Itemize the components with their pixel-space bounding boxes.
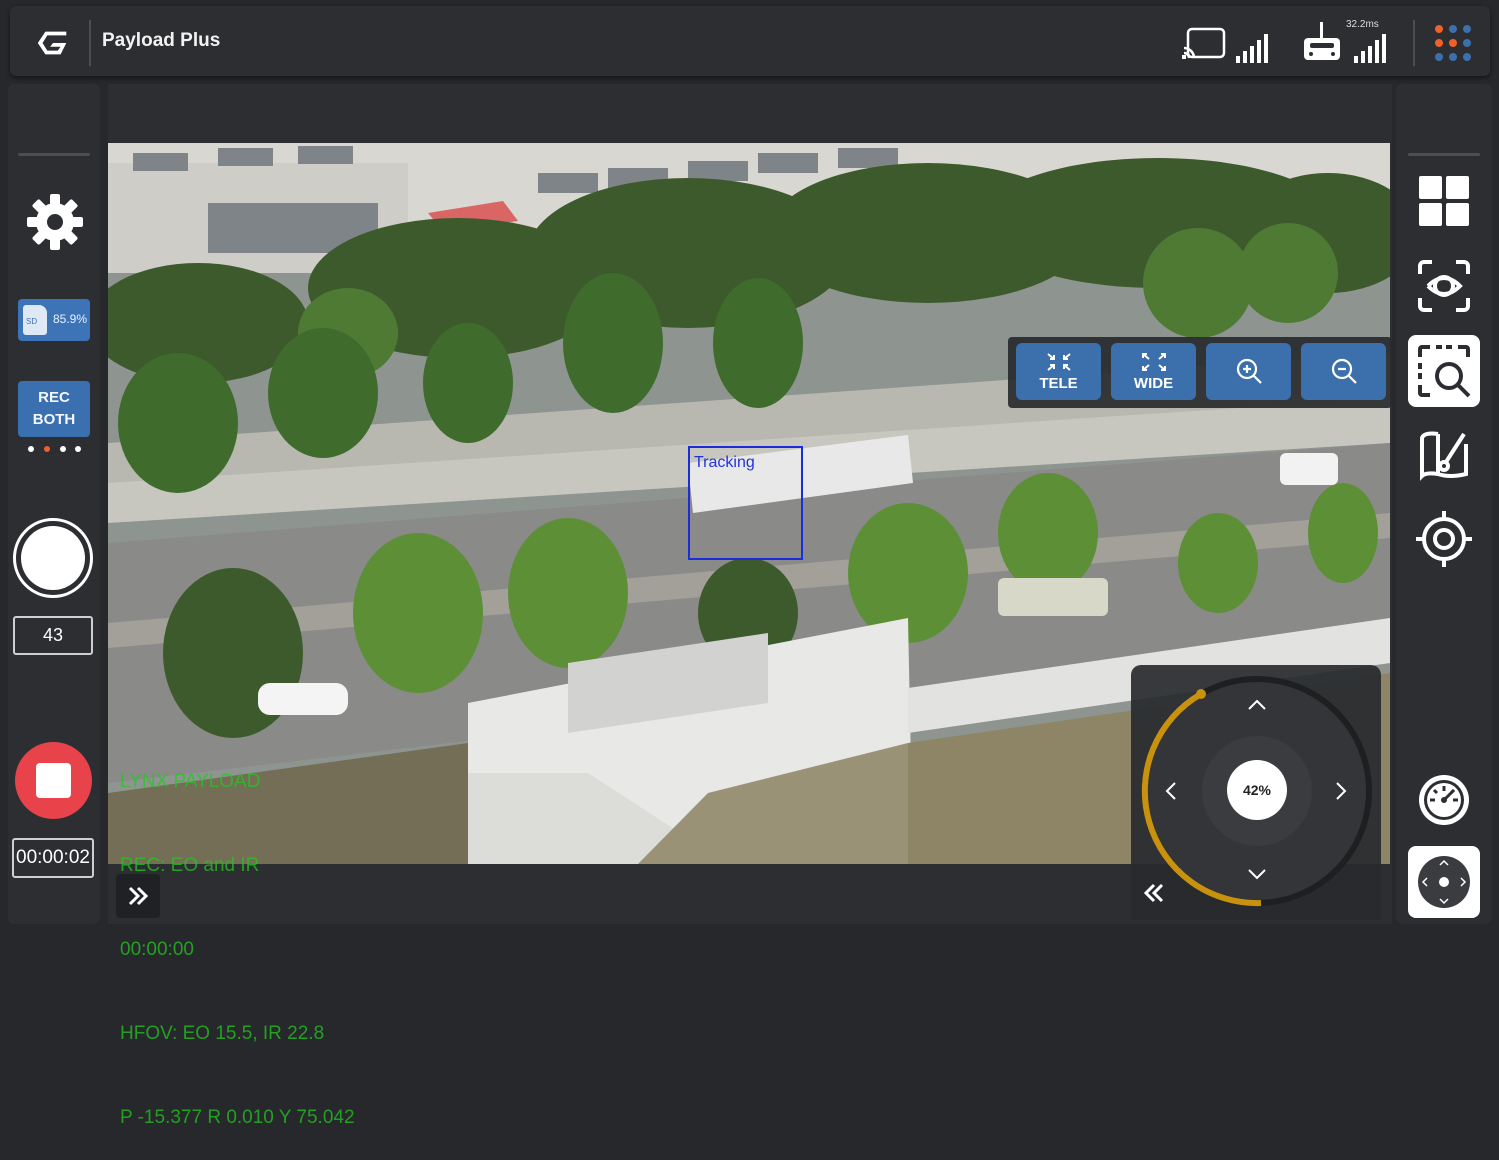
gear-icon[interactable] <box>26 193 84 251</box>
wide-button[interactable]: WIDE <box>1111 343 1196 400</box>
latency-value: 32.2ms <box>1346 19 1379 30</box>
mode-page-indicator <box>28 446 88 454</box>
cast-icon[interactable] <box>1182 26 1228 62</box>
sd-card-icon: SD <box>23 305 47 335</box>
zoom-out-icon <box>1331 358 1357 384</box>
tele-label: TELE <box>1039 375 1078 392</box>
osd-line: LYNX PAYLOAD <box>120 771 261 792</box>
zoom-out-button[interactable] <box>1301 343 1386 400</box>
record-mode-label: REC <box>38 389 70 406</box>
zoom-in-icon <box>1236 358 1262 384</box>
record-mode-value: BOTH <box>32 411 76 428</box>
grid-icon <box>1419 176 1469 226</box>
brush-book-icon <box>1420 431 1468 481</box>
dpad-button[interactable] <box>1408 846 1480 918</box>
osd-line: HFOV: EO 15.5, IR 22.8 <box>120 1023 325 1044</box>
collapse-arrows-icon <box>1046 353 1071 371</box>
logo-icon <box>37 31 67 55</box>
divider <box>89 20 91 66</box>
crosshair-icon <box>1416 511 1472 567</box>
double-chevron-left-icon[interactable] <box>1140 880 1168 906</box>
record-mode-button[interactable]: REC BOTH <box>18 381 90 437</box>
sd-usage-value: 85.9% <box>53 312 88 326</box>
divider <box>18 153 90 156</box>
speed-settings-button[interactable] <box>1408 764 1480 836</box>
wide-label: WIDE <box>1133 375 1174 392</box>
signal-icon <box>1354 34 1386 63</box>
app-title: Payload Plus <box>102 30 221 51</box>
capture-photo-button[interactable] <box>13 518 93 598</box>
record-timer: 00:00:02 <box>12 838 94 878</box>
tele-button[interactable]: TELE <box>1016 343 1101 400</box>
osd-line: P -15.377 R 0.010 Y 75.042 <box>120 1107 355 1128</box>
stop-record-button[interactable] <box>15 742 92 819</box>
remote-controller-icon <box>1304 22 1340 60</box>
focus-camera-icon <box>1418 260 1470 312</box>
zoom-in-button[interactable] <box>1206 343 1291 400</box>
zoom-controls: TELE WIDE <box>1008 337 1392 408</box>
signal-icon <box>1236 34 1268 63</box>
double-chevron-right-icon <box>128 886 149 906</box>
grid-layout-button[interactable] <box>1408 165 1480 237</box>
sd-card-status: SD 85.9% <box>18 299 90 341</box>
dpad-icon <box>1418 856 1470 908</box>
target-lock-button[interactable] <box>1408 503 1480 575</box>
object-search-button[interactable] <box>1408 335 1480 407</box>
apps-icon[interactable] <box>1434 24 1472 62</box>
top-bar: Payload Plus 32.2ms <box>10 6 1490 76</box>
camera-view-button[interactable] <box>1408 250 1480 322</box>
scan-search-icon <box>1418 345 1471 398</box>
photo-count: 43 <box>13 616 93 655</box>
expand-arrows-icon <box>1141 353 1166 371</box>
expand-panel-button[interactable] <box>116 874 160 918</box>
divider <box>1413 20 1415 66</box>
gimbal-speed-value[interactable]: 42% <box>1227 760 1287 820</box>
divider <box>1408 153 1480 156</box>
osd-overlay: LYNX PAYLOAD REC: EO and IR 00:00:00 HFO… <box>120 712 355 1160</box>
osd-line: 00:00:00 <box>120 939 194 960</box>
annotation-button[interactable] <box>1408 420 1480 492</box>
speedometer-icon <box>1419 775 1469 825</box>
tracking-label: Tracking <box>694 454 755 471</box>
